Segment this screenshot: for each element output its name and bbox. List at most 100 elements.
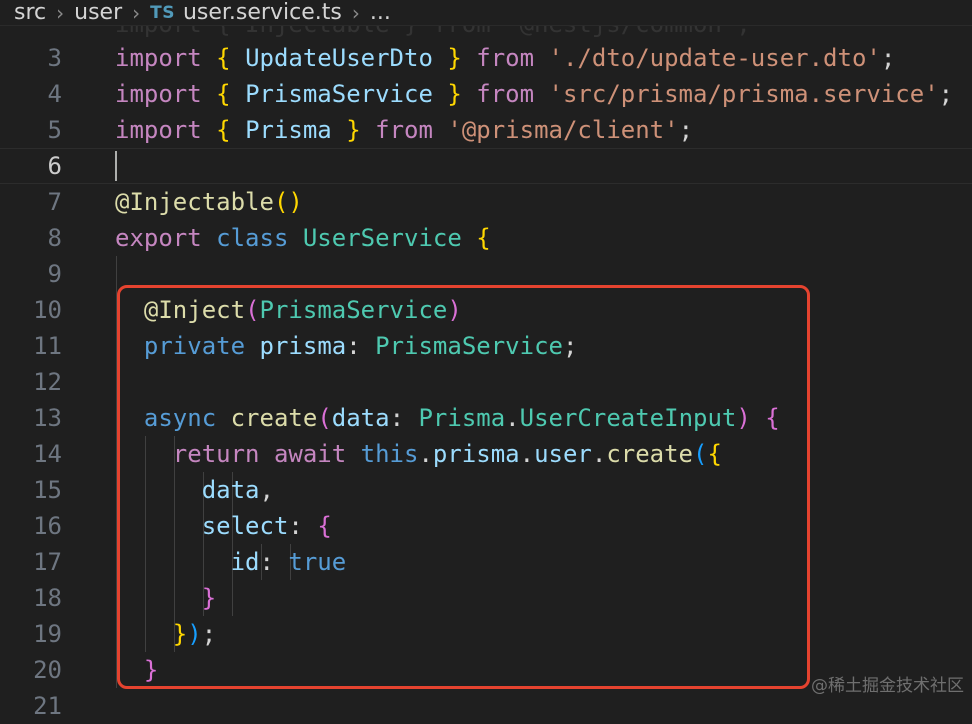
code-token: }	[447, 80, 462, 108]
breadcrumb: src › user › TS user.service.ts › ...	[0, 0, 972, 26]
code-token: '@prisma/client'	[447, 116, 679, 144]
code-token: UserCreateInput	[519, 404, 737, 432]
code-token: :	[389, 404, 419, 432]
code-token: {	[216, 80, 231, 108]
code-line[interactable]: 19 });	[0, 616, 972, 652]
line-number: 8	[47, 224, 62, 252]
code-token: class	[216, 224, 289, 252]
code-token: .	[418, 440, 433, 468]
code-token: 'src/prisma/prisma.service'	[548, 80, 939, 108]
code-token: import	[115, 80, 202, 108]
code-token: }	[201, 584, 217, 612]
code-line[interactable]: 14 return await this.prisma.user.create(…	[0, 436, 972, 472]
code-line[interactable]: 13 async create(data: Prisma.UserCreateI…	[0, 400, 972, 436]
code-token: prisma	[432, 440, 520, 468]
code-text: async create(data: Prisma.UserCreateInpu…	[115, 400, 780, 436]
line-number: 4	[47, 80, 62, 108]
code-line[interactable]: 18 }	[0, 580, 972, 616]
code-text: @Inject(PrismaService)	[115, 292, 462, 328]
line-number: 14	[33, 440, 62, 468]
code-text: import { Prisma } from '@prisma/client';	[115, 112, 693, 148]
line-number: 6	[47, 152, 62, 180]
code-token: {	[765, 404, 780, 432]
code-token: (	[273, 188, 289, 216]
watermark: @稀土掘金技术社区	[811, 676, 964, 696]
code-token: data	[201, 476, 260, 504]
text-cursor	[115, 151, 117, 181]
code-text: data,	[115, 472, 274, 508]
code-token: import	[115, 44, 202, 72]
line-number: 13	[33, 404, 62, 432]
code-token: await	[273, 440, 347, 468]
code-token: {	[707, 440, 722, 468]
code-token: data	[331, 404, 390, 432]
code-token: ;	[201, 620, 217, 648]
code-text: }	[115, 580, 216, 616]
code-text: import { UpdateUserDto } from './dto/upd…	[115, 40, 895, 76]
code-token: create	[606, 440, 694, 468]
code-line[interactable]: 3 import { UpdateUserDto } from './dto/up…	[0, 40, 972, 76]
code-token: user	[534, 440, 592, 468]
line-number: 15	[33, 476, 62, 504]
code-line[interactable]: 11 private prisma: PrismaService;	[0, 328, 972, 364]
code-token: Inject	[158, 296, 246, 324]
code-text: import { PrismaService } from 'src/prism…	[115, 76, 953, 112]
code-token: import	[115, 116, 202, 144]
code-line[interactable]: 15 data,	[0, 472, 972, 508]
code-token: Prisma	[418, 404, 506, 432]
code-line[interactable]: 4 import { PrismaService } from 'src/pris…	[0, 76, 972, 112]
code-text: private prisma: PrismaService;	[115, 328, 578, 364]
code-text: id: true	[115, 544, 347, 580]
code-line[interactable]: 16 select: {	[0, 508, 972, 544]
chevron-right-icon: ›	[132, 0, 141, 25]
code-text: select: {	[115, 508, 332, 544]
code-line[interactable]: 10 @Inject(PrismaService)	[0, 292, 972, 328]
code-text: return await this.prisma.user.create({	[115, 436, 722, 472]
code-token: (	[245, 296, 260, 324]
code-text: @Injectable()	[115, 184, 303, 220]
code-token: {	[216, 44, 231, 72]
code-line[interactable]: 8 export class UserService {	[0, 220, 972, 256]
code-line[interactable]: 5 import { Prisma } from '@prisma/client'…	[0, 112, 972, 148]
code-line[interactable]: 17 id: true	[0, 544, 972, 580]
code-line[interactable]: 6	[0, 148, 972, 184]
breadcrumb-item-symbol[interactable]: ...	[370, 0, 391, 25]
code-line[interactable]: 12	[0, 364, 972, 400]
line-number: 9	[47, 260, 62, 288]
line-number: 18	[33, 584, 62, 612]
code-line[interactable]: 9	[0, 256, 972, 292]
code-token: prisma	[259, 332, 347, 360]
breadcrumb-item-file[interactable]: user.service.ts	[183, 0, 342, 25]
code-token: }	[172, 620, 188, 648]
code-token: ,	[259, 476, 274, 504]
breadcrumb-item-src[interactable]: src	[14, 0, 46, 25]
code-token: .	[505, 404, 520, 432]
code-token: :	[346, 332, 376, 360]
breadcrumb-item-user[interactable]: user	[74, 0, 122, 25]
code-token: }	[143, 656, 159, 684]
line-number: 10	[33, 296, 62, 324]
code-editor[interactable]: 3 import { UpdateUserDto } from './dto/up…	[0, 40, 972, 724]
code-token: .	[519, 440, 535, 468]
code-token: @	[143, 296, 159, 324]
code-line[interactable]: 7 @Injectable()	[0, 184, 972, 220]
